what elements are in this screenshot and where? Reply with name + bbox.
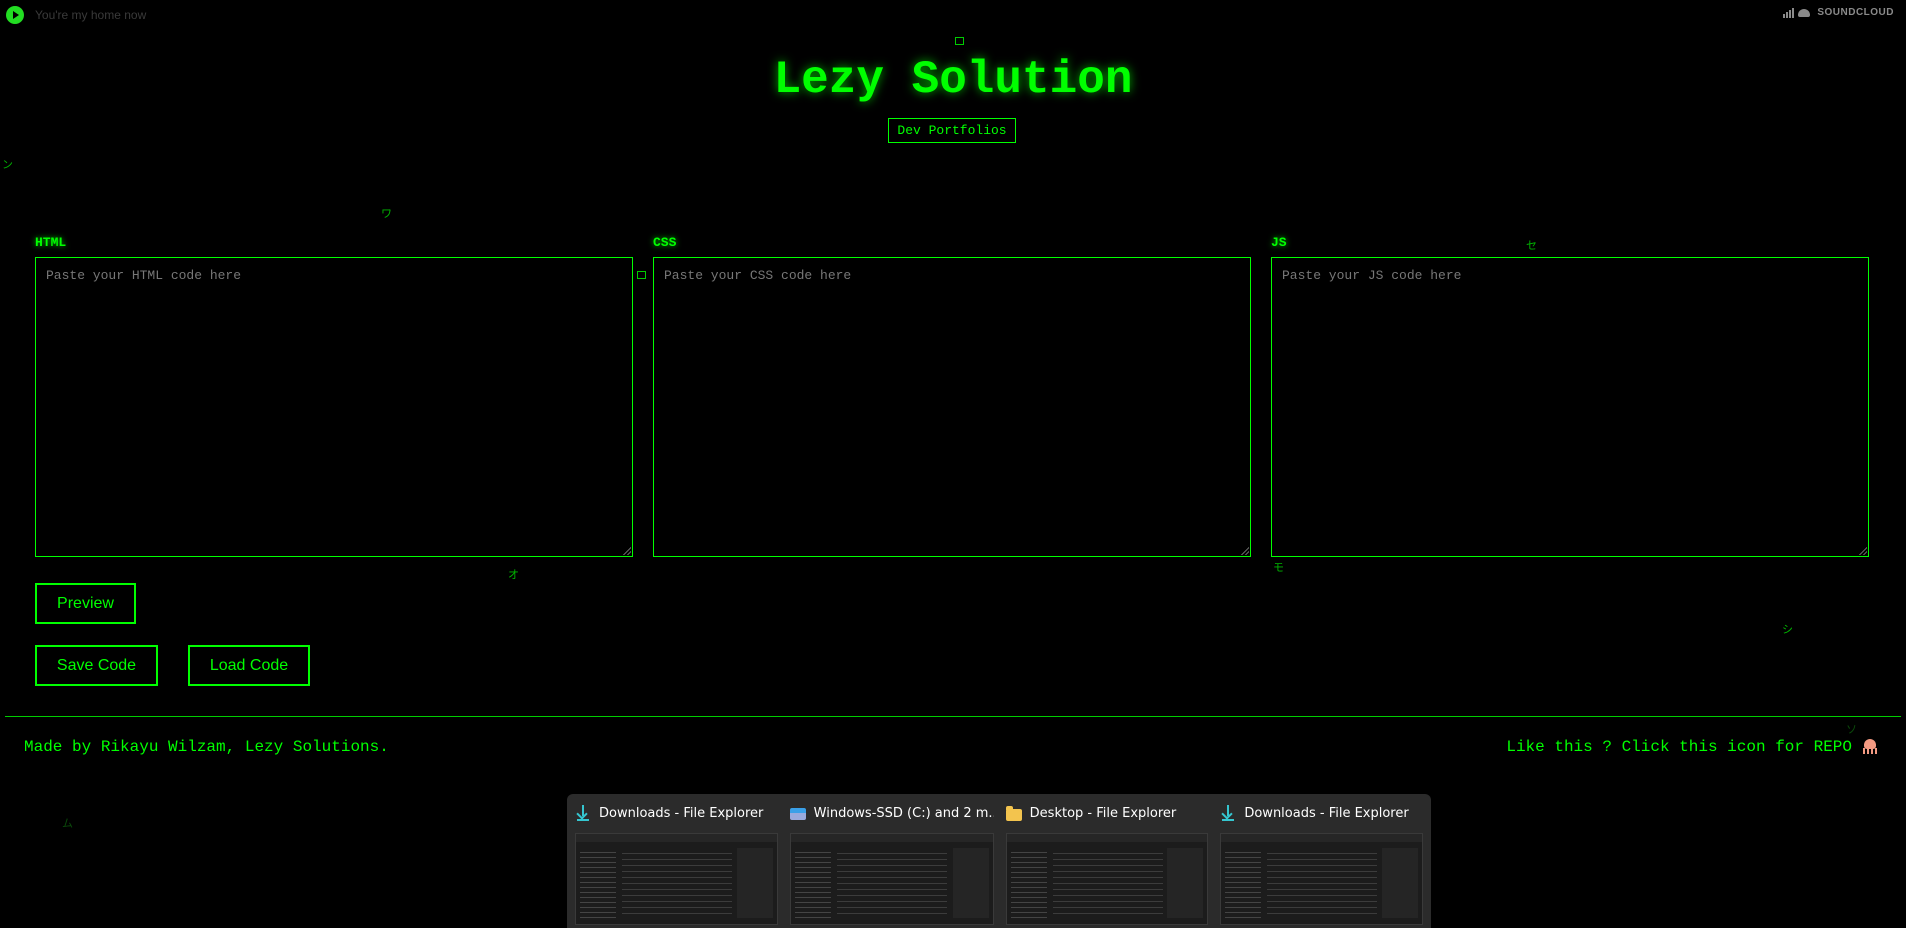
- rain-glyph: ン: [2, 158, 13, 171]
- repo-prompt: Like this ? Click this icon for REPO: [1506, 738, 1852, 756]
- css-code-input[interactable]: [653, 257, 1251, 557]
- taskbar-window-downloads[interactable]: Downloads - File Explorer: [569, 800, 784, 928]
- resize-handle-icon[interactable]: [1859, 547, 1867, 555]
- resize-handle-icon[interactable]: [623, 547, 631, 555]
- window-title: Desktop - File Explorer: [1029, 805, 1177, 821]
- preview-button[interactable]: Preview: [35, 583, 136, 624]
- html-editor-label: HTML: [35, 235, 67, 250]
- css-editor-label: CSS: [653, 235, 677, 250]
- rain-glyph: ワ: [381, 207, 392, 220]
- window-thumbnail[interactable]: [1220, 833, 1424, 925]
- soundcloud-logo[interactable]: SOUNDCLOUD: [1783, 7, 1894, 18]
- js-editor-label: JS: [1271, 235, 1287, 250]
- rain-glyph: オ: [508, 568, 519, 581]
- window-title: Windows-SSD (C:) and 2 m...: [813, 805, 994, 821]
- js-editor-panel: JS: [1271, 235, 1869, 557]
- soundcloud-bars-icon: [1783, 7, 1795, 18]
- html-editor-panel: HTML: [35, 235, 633, 557]
- taskbar-window-desktop[interactable]: Desktop - File Explorer: [1000, 800, 1215, 928]
- soundcloud-player: You're my home now: [6, 5, 146, 25]
- taskbar-window-drive[interactable]: Windows-SSD (C:) and 2 m...: [784, 800, 1000, 928]
- css-editor-panel: CSS: [653, 235, 1251, 557]
- load-code-button[interactable]: Load Code: [188, 645, 310, 686]
- html-code-input[interactable]: [35, 257, 633, 557]
- download-icon: [575, 805, 591, 821]
- rain-glyph: ム: [62, 817, 73, 830]
- cloud-icon: [1798, 8, 1811, 17]
- play-icon[interactable]: [6, 6, 24, 24]
- window-thumbnail[interactable]: [575, 833, 778, 925]
- octopus-icon[interactable]: [1862, 739, 1878, 755]
- download-icon: [1220, 805, 1236, 821]
- rain-glyph: モ: [1273, 561, 1284, 574]
- resize-handle-icon[interactable]: [1241, 547, 1249, 555]
- repo-link[interactable]: Like this ? Click this icon for REPO: [1506, 738, 1878, 756]
- rain-box-glyph: [955, 37, 964, 45]
- rain-box-glyph: [637, 271, 646, 279]
- soundcloud-label: SOUNDCLOUD: [1817, 7, 1894, 18]
- js-code-input[interactable]: [1271, 257, 1869, 557]
- save-code-button[interactable]: Save Code: [35, 645, 158, 686]
- footer-credit: Made by Rikayu Wilzam, Lezy Solutions.: [24, 738, 389, 756]
- window-title: Downloads - File Explorer: [599, 805, 764, 821]
- drive-icon: [789, 808, 806, 820]
- taskbar-window-downloads-2[interactable]: Downloads - File Explorer: [1214, 800, 1429, 928]
- rain-glyph: ソ: [1846, 723, 1857, 736]
- dev-portfolios-link[interactable]: Dev Portfolios: [888, 118, 1016, 143]
- footer-divider: [5, 716, 1901, 717]
- rain-glyph: シ: [1782, 623, 1793, 636]
- window-title: Downloads - File Explorer: [1244, 805, 1409, 821]
- track-title[interactable]: You're my home now: [35, 8, 146, 22]
- window-thumbnail[interactable]: [1005, 833, 1209, 925]
- taskbar-preview: Downloads - File Explorer Windows-SSD (C…: [567, 794, 1431, 928]
- window-thumbnail[interactable]: [789, 833, 994, 925]
- folder-icon: [1005, 805, 1022, 821]
- page-title: Lezy Solution: [773, 54, 1133, 106]
